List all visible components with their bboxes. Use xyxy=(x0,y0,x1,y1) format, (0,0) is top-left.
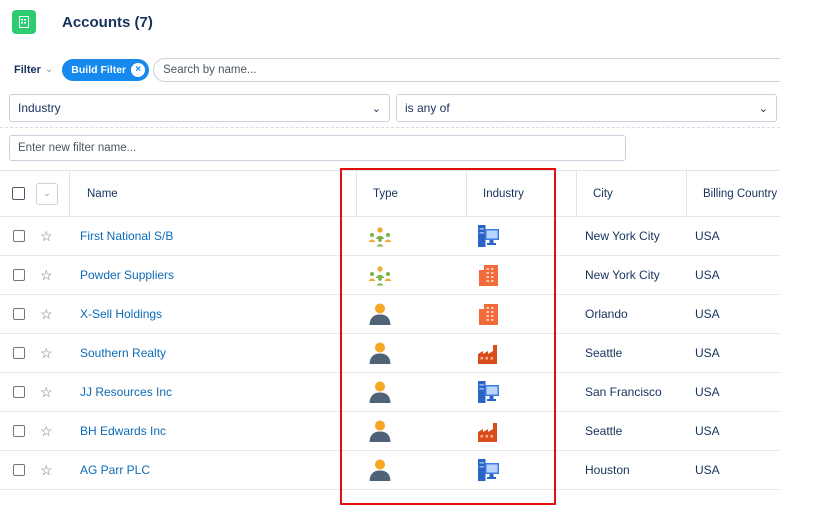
city-cell: Orlando xyxy=(585,307,628,321)
computer-icon xyxy=(476,217,502,255)
office-building-icon xyxy=(476,295,502,333)
person-icon xyxy=(367,451,393,489)
column-header-billing-country[interactable]: Billing Country xyxy=(703,171,777,216)
filter-field-select[interactable]: Industry ⌄ xyxy=(9,94,390,122)
person-icon xyxy=(367,334,393,372)
row-checkbox[interactable] xyxy=(13,412,25,450)
divider xyxy=(0,127,780,128)
column-header-type[interactable]: Type xyxy=(373,171,398,216)
star-icon[interactable]: ☆ xyxy=(40,256,53,294)
billing-country-cell: USA xyxy=(695,424,720,438)
filter-field-value: Industry xyxy=(18,101,61,115)
table-row[interactable]: ☆ BH Edwards Inc Seattle USA xyxy=(0,412,780,451)
star-icon[interactable]: ☆ xyxy=(40,412,53,450)
header-menu-button[interactable]: ⌄ xyxy=(36,171,58,216)
filter-operator-value: is any of xyxy=(405,101,450,115)
chevron-down-icon: ⌄ xyxy=(371,102,381,115)
city-cell: New York City xyxy=(585,229,660,243)
column-header-name[interactable]: Name xyxy=(87,171,118,216)
table-body: ☆ First National S/B New York City USA ☆ Powd… xyxy=(0,217,780,490)
row-checkbox[interactable] xyxy=(13,373,25,411)
person-icon xyxy=(367,295,393,333)
row-checkbox[interactable] xyxy=(13,295,25,333)
billing-country-cell: USA xyxy=(695,307,720,321)
billing-country-cell: USA xyxy=(695,268,720,282)
billing-country-cell: USA xyxy=(695,463,720,477)
city-cell: San Francisco xyxy=(585,385,662,399)
column-header-city[interactable]: City xyxy=(593,171,613,216)
billing-country-cell: USA xyxy=(695,229,720,243)
accounts-table: ⌄ Name Type Industry City Billing Countr… xyxy=(0,170,780,490)
page-header: Accounts (7) xyxy=(12,8,153,36)
row-checkbox[interactable] xyxy=(13,217,25,255)
close-icon[interactable]: × xyxy=(131,62,146,77)
group-icon xyxy=(367,256,393,294)
filter-name-input[interactable]: Enter new filter name... xyxy=(9,135,626,161)
factory-icon xyxy=(476,334,502,372)
chevron-down-icon: ⌄ xyxy=(36,182,58,205)
building-icon xyxy=(12,10,36,34)
row-checkbox[interactable] xyxy=(13,451,25,489)
account-name-link[interactable]: Southern Realty xyxy=(80,334,166,372)
billing-country-cell: USA xyxy=(695,385,720,399)
city-cell: Houston xyxy=(585,463,630,477)
account-name-link[interactable]: JJ Resources Inc xyxy=(80,373,172,411)
build-filter-button[interactable]: Build Filter × xyxy=(62,58,150,81)
chevron-down-icon: ⌄ xyxy=(44,64,54,75)
city-cell: New York City xyxy=(585,268,660,282)
table-row[interactable]: ☆ Southern Realty Seattle USA xyxy=(0,334,780,373)
filter-operator-select[interactable]: is any of ⌄ xyxy=(396,94,777,122)
column-header-industry[interactable]: Industry xyxy=(483,171,524,216)
account-name-link[interactable]: X-Sell Holdings xyxy=(80,295,162,333)
select-all-checkbox[interactable] xyxy=(12,171,25,216)
table-row[interactable]: ☆ AG Parr PLC Houston USA xyxy=(0,451,780,490)
filter-label: Filter xyxy=(14,63,41,76)
row-checkbox[interactable] xyxy=(13,256,25,294)
account-name-link[interactable]: First National S/B xyxy=(80,217,173,255)
row-checkbox[interactable] xyxy=(13,334,25,372)
page-title: Accounts (7) xyxy=(62,13,153,31)
group-icon xyxy=(367,217,393,255)
person-icon xyxy=(367,373,393,411)
billing-country-cell: USA xyxy=(695,346,720,360)
city-cell: Seattle xyxy=(585,346,623,360)
table-row[interactable]: ☆ First National S/B New York City USA xyxy=(0,217,780,256)
build-filter-label: Build Filter xyxy=(71,63,127,76)
star-icon[interactable]: ☆ xyxy=(40,217,53,255)
computer-icon xyxy=(476,451,502,489)
search-input[interactable]: Search by name... xyxy=(153,57,780,82)
filter-name-placeholder: Enter new filter name... xyxy=(18,142,137,154)
computer-icon xyxy=(476,373,502,411)
filter-dropdown[interactable]: Filter ⌄ xyxy=(14,64,53,76)
chevron-down-icon: ⌄ xyxy=(758,102,768,115)
office-building-icon xyxy=(476,256,502,294)
star-icon[interactable]: ☆ xyxy=(40,451,53,489)
city-cell: Seattle xyxy=(585,424,623,438)
search-placeholder: Search by name... xyxy=(163,63,257,76)
star-icon[interactable]: ☆ xyxy=(40,373,53,411)
table-header: ⌄ Name Type Industry City Billing Countr… xyxy=(0,170,780,217)
star-icon[interactable]: ☆ xyxy=(40,334,53,372)
account-name-link[interactable]: Powder Suppliers xyxy=(80,256,174,294)
person-icon xyxy=(367,412,393,450)
account-name-link[interactable]: AG Parr PLC xyxy=(80,451,150,489)
account-name-link[interactable]: BH Edwards Inc xyxy=(80,412,166,450)
filter-bar: Filter ⌄ Build Filter × Search by name..… xyxy=(14,57,780,82)
table-row[interactable]: ☆ X-Sell Holdings Orlando USA xyxy=(0,295,780,334)
star-icon[interactable]: ☆ xyxy=(40,295,53,333)
table-row[interactable]: ☆ Powder Suppliers New York City USA xyxy=(0,256,780,295)
factory-icon xyxy=(476,412,502,450)
table-row[interactable]: ☆ JJ Resources Inc San Francisco USA xyxy=(0,373,780,412)
